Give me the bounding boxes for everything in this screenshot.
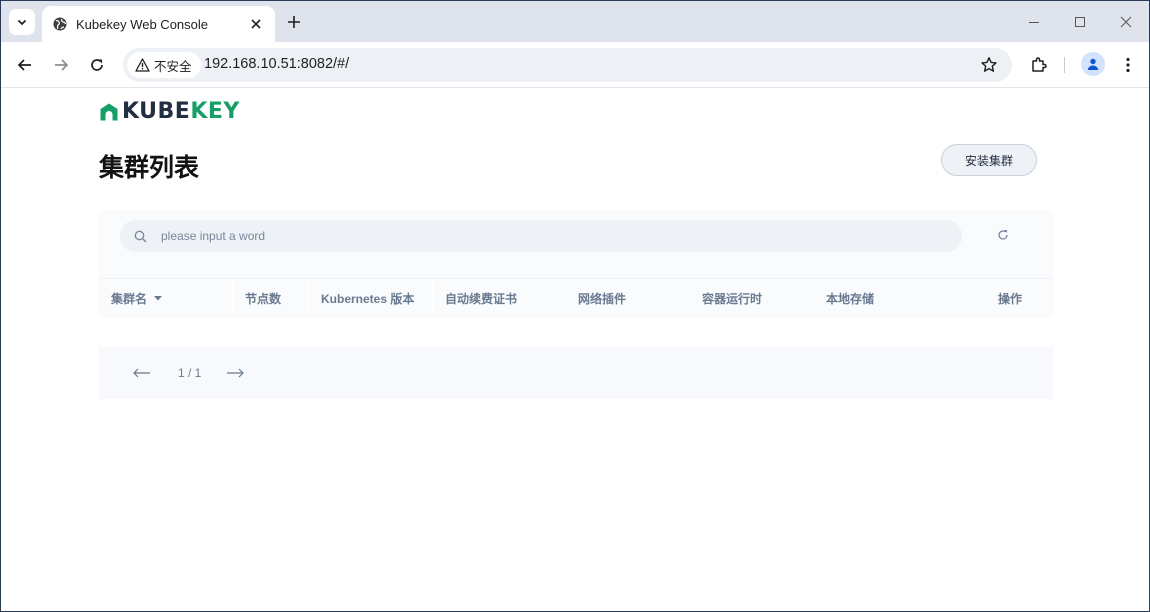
arrow-left-icon xyxy=(17,59,31,71)
arrow-right-icon xyxy=(55,59,69,71)
extensions-button[interactable] xyxy=(1027,53,1051,77)
more-vertical-icon xyxy=(1126,57,1130,73)
column-header-label: 操作 xyxy=(998,291,1023,306)
globe-icon xyxy=(53,17,67,31)
close-icon xyxy=(251,19,261,29)
tab-title: Kubekey Web Console xyxy=(76,16,209,32)
column-header-local-storage: 本地存储 xyxy=(814,279,986,317)
toolbar-separator xyxy=(1064,57,1065,73)
security-label: 不安全 xyxy=(154,59,192,74)
arrow-left-icon[interactable] xyxy=(132,365,152,381)
browser-tab[interactable]: Kubekey Web Console xyxy=(42,6,275,42)
column-header-node-count: 节点数 xyxy=(233,279,309,317)
reload-button[interactable] xyxy=(85,53,109,77)
profile-avatar[interactable] xyxy=(1081,52,1105,76)
kubekey-logo: KUBEKEY xyxy=(99,101,240,123)
caret-down-icon[interactable] xyxy=(153,293,163,303)
close-icon xyxy=(1120,16,1132,28)
back-button[interactable] xyxy=(13,53,37,77)
search-placeholder: please input a word xyxy=(161,229,266,243)
browser-menu-button[interactable] xyxy=(1116,53,1140,77)
maximize-button[interactable] xyxy=(1058,9,1102,35)
install-cluster-button[interactable]: 安装集群 xyxy=(941,144,1037,176)
address-bar[interactable]: 不安全 192.168.10.51:8082/#/ xyxy=(123,48,1012,82)
column-header-actions: 操作 xyxy=(986,279,1053,317)
column-header-auto-renew-cert: 自动续费证书 xyxy=(433,279,566,317)
cluster-table-panel: please input a word 集群名 节点数 Kubernetes 版… xyxy=(99,210,1053,318)
tab-search-button[interactable] xyxy=(9,9,35,35)
column-header-label: 本地存储 xyxy=(826,291,875,306)
arrow-right-icon[interactable] xyxy=(225,365,245,381)
new-tab-button[interactable] xyxy=(284,12,304,32)
page-content: KUBEKEY 集群列表 安装集群 please input a word 集群… xyxy=(1,89,1149,611)
column-header-network-plugin: 网络插件 xyxy=(566,279,690,317)
column-header-label: 自动续费证书 xyxy=(445,291,518,306)
logo-text-suffix: KEY xyxy=(190,99,240,124)
plus-icon xyxy=(288,16,300,28)
column-header-label: 节点数 xyxy=(245,291,282,306)
column-header-label: Kubernetes 版本 xyxy=(321,291,415,306)
house-logo-icon xyxy=(100,103,118,121)
column-header-cluster-name[interactable]: 集群名 xyxy=(99,279,233,317)
pagination-indicator: 1 / 1 xyxy=(178,366,202,380)
close-window-button[interactable] xyxy=(1104,9,1148,35)
column-header-container-runtime: 容器运行时 xyxy=(690,279,814,317)
browser-toolbar: 不安全 192.168.10.51:8082/#/ xyxy=(1,42,1149,88)
table-header-row: 集群名 节点数 Kubernetes 版本 自动续费证书 网络插件 容器运行时 … xyxy=(99,278,1053,317)
browser-window: Kubekey Web Console 不安全 192.168.10.51:80… xyxy=(0,0,1150,612)
url-text[interactable]: 192.168.10.51:8082/#/ xyxy=(204,56,349,72)
search-input[interactable]: please input a word xyxy=(120,220,962,252)
pagination-bar: 1 / 1 xyxy=(99,347,1053,399)
reload-icon xyxy=(91,59,103,71)
warning-icon xyxy=(135,58,150,72)
column-header-kubernetes-version: Kubernetes 版本 xyxy=(309,279,433,317)
tab-strip: Kubekey Web Console xyxy=(1,1,1149,42)
search-icon xyxy=(134,230,147,242)
column-header-label: 集群名 xyxy=(111,291,148,306)
column-header-label: 容器运行时 xyxy=(702,291,763,306)
bookmark-star-icon[interactable] xyxy=(980,56,998,74)
maximize-icon xyxy=(1075,17,1085,27)
tab-close-button[interactable] xyxy=(247,15,265,33)
minimize-icon xyxy=(1029,22,1039,23)
page-title: 集群列表 xyxy=(99,154,200,182)
forward-button[interactable] xyxy=(49,53,73,77)
column-header-label: 网络插件 xyxy=(578,291,627,306)
logo-text-prefix: KUBE xyxy=(122,99,191,124)
minimize-button[interactable] xyxy=(1012,9,1056,35)
user-icon xyxy=(1087,58,1099,70)
refresh-icon[interactable] xyxy=(995,227,1011,243)
puzzle-icon xyxy=(1032,57,1047,72)
site-security-chip[interactable]: 不安全 xyxy=(127,52,201,78)
chevron-down-icon xyxy=(17,19,27,26)
logo-text: KUBEKEY xyxy=(122,101,240,123)
